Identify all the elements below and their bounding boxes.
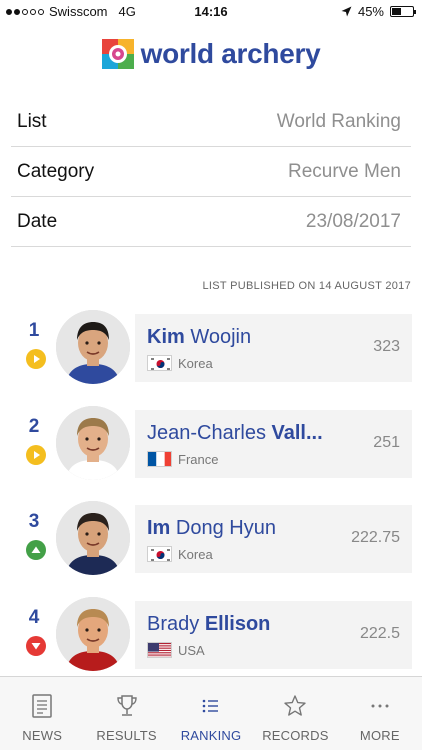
filter-date-label: Date [17, 210, 58, 232]
athlete-name: Kim Woojin [147, 326, 251, 349]
tab-ranking-label: RANKING [180, 728, 242, 743]
rank-number: 3 [28, 511, 40, 532]
rank-number: 4 [28, 607, 40, 628]
korea-flag-icon [147, 546, 172, 562]
athlete-country: France [147, 451, 218, 467]
tab-results-label: RESULTS [96, 728, 157, 743]
ranking-row[interactable]: 2 Jean-Charles Vall... France 251 [0, 402, 422, 486]
country-name: USA [178, 642, 205, 658]
tab-records-label: RECORDS [262, 728, 329, 743]
world-archery-logo: world archery [0, 38, 422, 70]
athlete-name-part-2: Dong Hyun [170, 517, 276, 539]
rank-number: 2 [28, 416, 40, 437]
filter-date-value: 23/08/2017 [305, 210, 401, 232]
archery-target-logo-icon [101, 39, 134, 69]
tab-more[interactable]: MORE [338, 677, 422, 750]
country-name: Korea [178, 546, 213, 562]
trend-same-icon [26, 349, 46, 369]
athlete-card[interactable]: Im Dong Hyun Korea 222.75 [135, 505, 412, 573]
korea-flag-icon [147, 355, 172, 371]
athlete-avatar [56, 406, 130, 480]
athlete-avatar [56, 310, 130, 384]
athlete-avatar [56, 501, 130, 575]
filter-list-value: World Ranking [276, 110, 401, 132]
athlete-card[interactable]: Brady Ellison USA 222.5 [135, 601, 412, 669]
more-icon [367, 693, 393, 719]
ranking-row[interactable]: 1 Kim Woojin Korea 323 [0, 306, 422, 390]
athlete-name-part-2: Vall... [271, 422, 323, 444]
athlete-country: Korea [147, 355, 213, 371]
ranking-row[interactable]: 3 Im Dong Hyun Korea 222.75 [0, 497, 422, 581]
athlete-card[interactable]: Kim Woojin Korea 323 [135, 314, 412, 382]
status-bar: Swisscom 4G 14:16 45% [0, 0, 422, 24]
athlete-avatar [56, 597, 130, 671]
athlete-country: Korea [147, 546, 213, 562]
usa-flag-icon [147, 642, 172, 658]
trend-same-icon [26, 445, 46, 465]
athlete-card[interactable]: Jean-Charles Vall... France 251 [135, 410, 412, 478]
tab-news[interactable]: NEWS [0, 677, 84, 750]
athlete-name-part-1: Brady [147, 613, 205, 635]
tab-bar: NEWS RESULTS RANKING RECORDS MORE [0, 676, 422, 750]
ranking-points: 251 [373, 434, 400, 451]
battery-icon [390, 6, 416, 17]
athlete-name-part-2: Woojin [184, 326, 252, 348]
trend-up-icon [26, 540, 46, 560]
tab-more-label: MORE [359, 728, 400, 743]
published-date: LIST PUBLISHED ON 14 AUGUST 2017 [202, 280, 411, 292]
athlete-name: Im Dong Hyun [147, 517, 276, 540]
country-name: Korea [178, 355, 213, 371]
star-icon [282, 693, 308, 719]
athlete-name: Brady Ellison [147, 613, 270, 636]
athlete-country: USA [147, 642, 205, 658]
athlete-name-part-2: Ellison [204, 613, 271, 635]
news-icon [29, 693, 55, 719]
tab-ranking[interactable]: RANKING [169, 677, 253, 750]
list-icon [198, 693, 224, 719]
filter-category-value: Recurve Men [288, 160, 401, 182]
tab-news-label: NEWS [22, 728, 63, 743]
athlete-name: Jean-Charles Vall... [147, 422, 323, 445]
ranking-points: 323 [373, 338, 400, 355]
country-name: France [178, 451, 219, 467]
filter-category-label: Category [17, 160, 95, 182]
filter-category[interactable]: Category Recurve Men [11, 147, 411, 197]
france-flag-icon [147, 451, 172, 467]
ranking-points: 222.5 [359, 625, 400, 642]
tab-records[interactable]: RECORDS [253, 677, 337, 750]
athlete-name-part-1: Jean-Charles [147, 422, 272, 444]
trend-down-icon [26, 636, 46, 656]
athlete-name-part-1: Kim [147, 326, 185, 348]
status-right: 45% [341, 4, 416, 19]
ranking-points: 222.75 [351, 529, 400, 546]
filter-list-label: List [17, 110, 47, 132]
battery-percent: 45% [357, 4, 384, 19]
rank-number: 1 [28, 320, 40, 341]
filter-date[interactable]: Date 23/08/2017 [11, 197, 411, 247]
location-arrow-icon [341, 6, 352, 17]
athlete-name-part-1: Im [147, 517, 171, 539]
ranking-row[interactable]: 4 Brady Ellison USA 222.5 [0, 593, 422, 677]
logo-wordmark: world archery [140, 38, 321, 69]
tab-results[interactable]: RESULTS [84, 677, 168, 750]
filter-list[interactable]: List World Ranking [11, 97, 411, 147]
trophy-icon [114, 693, 140, 719]
